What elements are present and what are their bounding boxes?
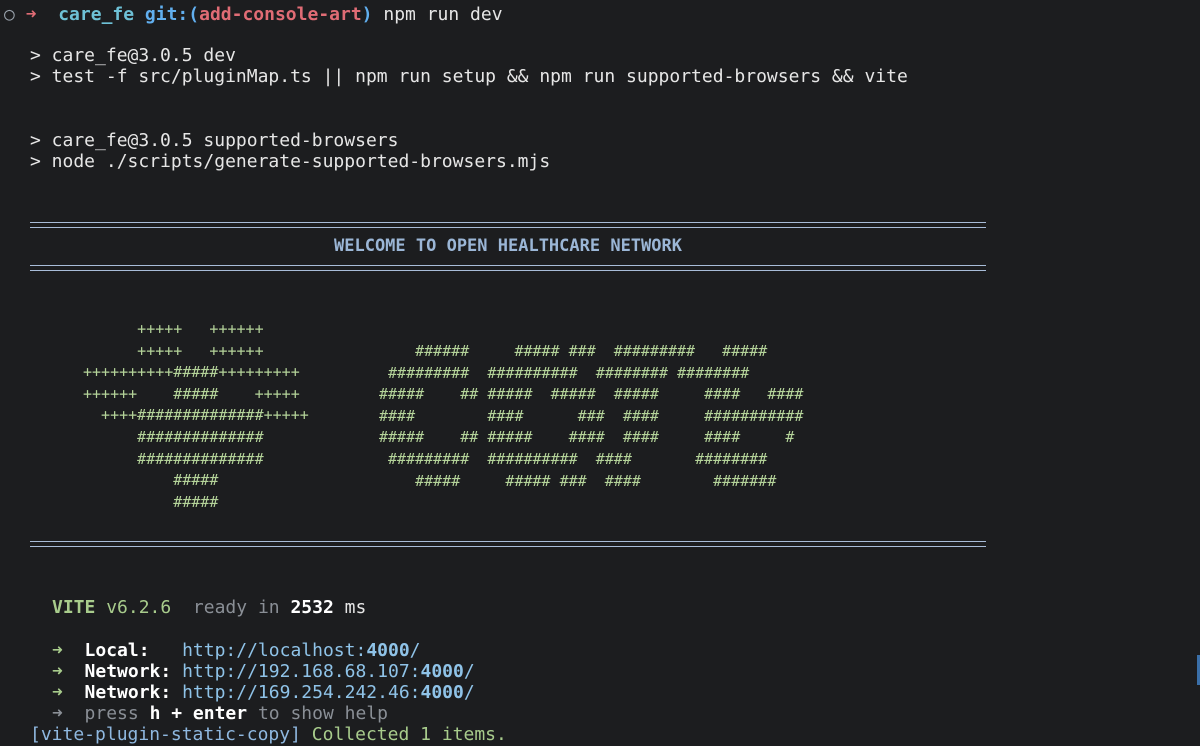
local-url-prefix: http://localhost:	[182, 640, 367, 661]
local-url-slash: /	[409, 640, 421, 661]
arrow-icon: ➜	[52, 661, 63, 682]
banner-title: WELCOME TO OPEN HEALTHCARE NETWORK	[334, 236, 682, 256]
arrow-icon: ➜	[52, 682, 63, 703]
cross-ascii-art: +++++ ++++++ +++++ ++++++ ++++++++++####…	[83, 320, 309, 511]
git-branch: add-console-art	[199, 4, 362, 25]
help-text: to show help	[257, 703, 388, 724]
network-url-1-port: 4000	[420, 661, 464, 682]
care-ascii-art: ###### ##### ### ######### ##### #######…	[379, 342, 804, 490]
prompt-arrow-icon: ➜	[25, 4, 37, 25]
banner-mid-rule	[30, 265, 986, 271]
network-label: Network:	[84, 661, 172, 682]
network-url-1-prefix: http://192.168.68.107:	[182, 661, 421, 682]
git-suffix: )	[361, 4, 373, 25]
vite-ready-line: VITE v6.2.6 ready in 2532 ms	[52, 597, 366, 618]
network-url-1[interactable]: http://192.168.68.107:4000/	[182, 661, 475, 682]
network-url-2[interactable]: http://169.254.242.46:4000/	[182, 682, 475, 703]
ready-ms: 2532	[290, 597, 334, 618]
local-label: Local:	[84, 640, 150, 661]
ready-text: ready in	[192, 597, 280, 618]
local-url[interactable]: http://localhost:4000/	[182, 640, 420, 661]
prompt-status-icon: ○	[4, 4, 15, 25]
output-sb-line-2: > node ./scripts/generate-supported-brow…	[30, 151, 551, 172]
network-url-2-port: 4000	[420, 682, 464, 703]
output-dev-line-2: > test -f src/pluginMap.ts || npm run se…	[30, 66, 908, 87]
network-url-line-2: ➜ Network: http://169.254.242.46:4000/	[52, 682, 475, 703]
static-copy-line: [vite-plugin-static-copy] Collected 1 it…	[30, 724, 507, 745]
output-sb-line-1: > care_fe@3.0.5 supported-browsers	[30, 130, 399, 151]
network-url-2-slash: /	[463, 682, 475, 703]
prompt-command: npm run dev	[383, 4, 503, 25]
ready-ms-unit: ms	[344, 597, 367, 618]
help-press: press	[84, 703, 139, 724]
banner-top-rule	[30, 222, 986, 228]
static-copy-tag: [vite-plugin-static-copy]	[30, 724, 301, 745]
vite-name: VITE	[52, 597, 96, 618]
network-url-1-slash: /	[463, 661, 475, 682]
arrow-icon: ➜	[52, 703, 63, 724]
local-url-port: 4000	[366, 640, 410, 661]
network-url-2-prefix: http://169.254.242.46:	[182, 682, 421, 703]
prompt-directory: care_fe	[58, 4, 135, 25]
network-label: Network:	[84, 682, 172, 703]
arrow-icon: ➜	[52, 640, 63, 661]
network-url-line-1: ➜ Network: http://192.168.68.107:4000/	[52, 661, 475, 682]
git-prefix: git:(	[144, 4, 200, 25]
local-url-line: ➜ Local: http://localhost:4000/	[52, 640, 421, 661]
help-line: ➜ press h + enter to show help	[52, 703, 388, 724]
static-copy-text: Collected 1 items.	[311, 724, 507, 745]
banner-bottom-rule	[30, 541, 986, 547]
output-dev-line-1: > care_fe@3.0.5 dev	[30, 45, 236, 66]
help-key: h + enter	[149, 703, 248, 724]
prompt-line: ○ ➜ care_fe git:(add-console-art) npm ru…	[4, 4, 503, 25]
vite-version: v6.2.6	[106, 597, 172, 618]
